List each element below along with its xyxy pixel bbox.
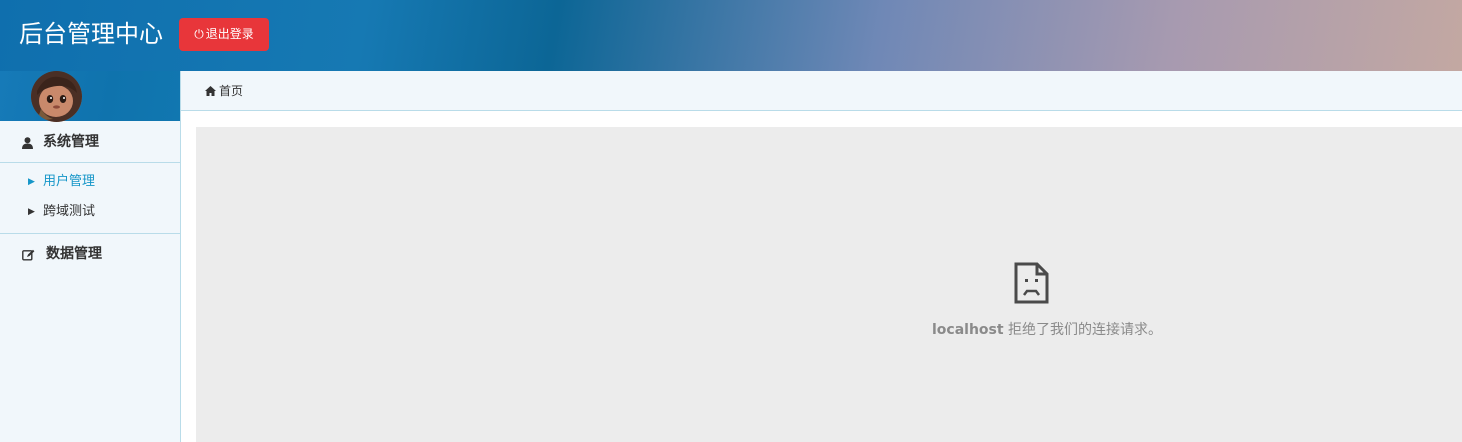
menu-group-system[interactable]: 系统管理 [0,122,180,163]
error-message: 拒绝了我们的连接请求。 [1008,322,1163,338]
sad-document-icon [1014,262,1049,304]
breadcrumb: 首页 [181,71,1462,111]
avatar-image [31,71,82,122]
menu-group-label: 数据管理 [46,246,102,262]
avatar-bar [0,71,180,122]
breadcrumb-home[interactable]: 首页 [219,71,243,111]
user-icon [22,122,33,163]
logout-button[interactable]: ⏻ 退出登录 [179,18,269,51]
top-header: 后台管理中心 ⏻ 退出登录 [0,0,1462,71]
sidebar-item-label: 跨域测试 [43,204,96,219]
menu-group-data[interactable]: 数据管理 [0,234,180,275]
menu-group-label: 系统管理 [43,134,99,150]
content-iframe: localhost 拒绝了我们的连接请求。 [196,127,1462,442]
error-host: localhost [932,322,1004,338]
caret-right-icon: ▶ [28,177,35,187]
edit-icon [22,234,35,275]
caret-right-icon: ▶ [28,207,35,217]
sidebar: 系统管理 ▶ 用户管理 ▶ 跨域测试 数据管理 [0,71,181,442]
connection-error-message: localhost 拒绝了我们的连接请求。 [932,319,1162,339]
sidebar-item-user-management[interactable]: ▶ 用户管理 [0,167,180,197]
avatar[interactable] [31,71,82,122]
sidebar-item-label: 用户管理 [43,174,96,189]
sidebar-item-cors-test[interactable]: ▶ 跨域测试 [0,197,180,227]
power-icon: ⏻ [194,27,204,41]
home-icon [205,71,216,111]
app-title: 后台管理中心 [19,20,163,48]
logout-label: 退出登录 [205,27,254,41]
